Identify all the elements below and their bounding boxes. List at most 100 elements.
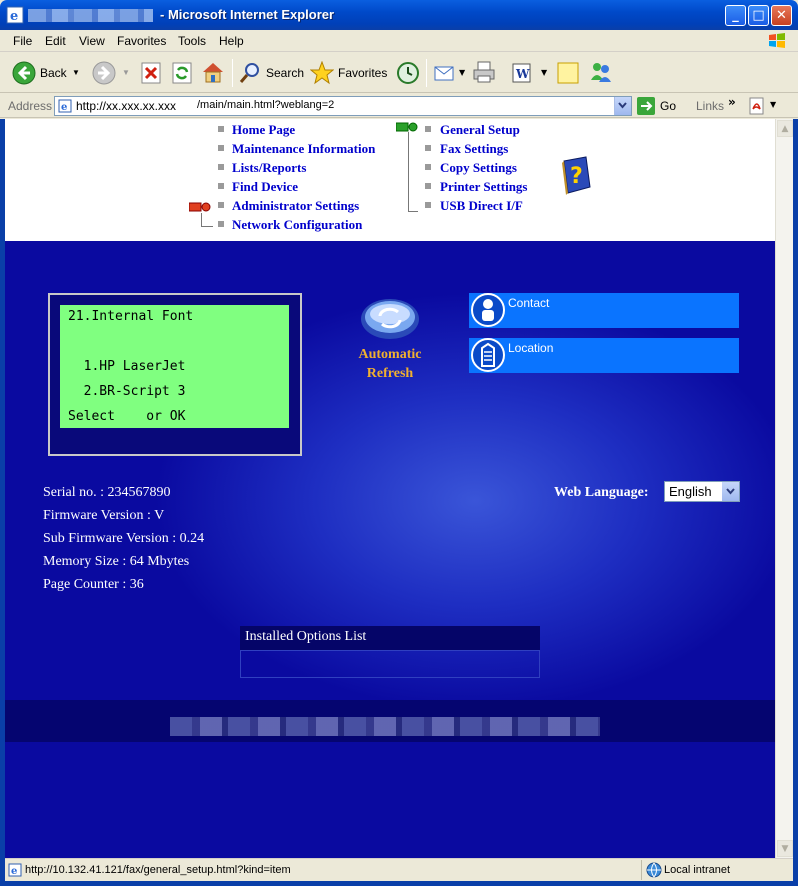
home-icon[interactable] [201,60,225,84]
nav-find-device[interactable]: Find Device [232,179,298,195]
nav-maintenance-information[interactable]: Maintenance Information [232,141,375,157]
firmware-version: Firmware Version : V [43,508,165,523]
contact-person-icon [471,293,505,327]
nav-bullet [425,126,431,132]
lcd-panel: 21.Internal Font 1.HP LaserJet 2.BR-Scri… [48,293,302,456]
address-bar: Address e http://xx.xxx.xx.xxx /main/mai… [0,94,798,118]
help-book-icon[interactable]: ? [560,155,594,195]
toolbar-separator [232,59,233,87]
page-content: Home Page Maintenance Information Lists/… [5,119,775,858]
redacted-footer-text [170,717,600,736]
automatic-refresh-icon[interactable] [360,298,420,340]
page-bottom [5,742,775,858]
intranet-globe-icon [646,862,662,878]
serial-number: Serial no. : 234567890 [43,485,171,500]
favorites-star-icon [310,61,334,85]
nav-bullet [425,145,431,151]
go-button[interactable]: Go [660,99,676,113]
go-arrow-icon[interactable] [637,97,655,115]
print-icon[interactable] [472,60,496,84]
nav-bullet [425,183,431,189]
installed-options-list [240,650,540,678]
edit-word-icon[interactable]: W [510,61,534,85]
chevron-down-icon [726,488,735,495]
tree-connector [201,213,213,227]
favorites-button[interactable]: Favorites [310,59,388,87]
address-input[interactable]: e http://xx.xxx.xx.xxx /main/main.html?w… [54,96,632,116]
menu-bar: File Edit View Favorites Tools Help [0,30,798,52]
forward-button[interactable]: ▼ [90,59,130,87]
nav-copy-settings[interactable]: Copy Settings [440,160,517,176]
forward-dropdown-icon[interactable]: ▼ [122,68,130,77]
discuss-icon[interactable] [556,61,580,85]
key-lock-icon [396,122,418,132]
forward-arrow-icon [92,61,116,85]
back-dropdown-icon[interactable]: ▼ [72,68,80,77]
mail-dropdown-icon[interactable]: ▼ [459,68,465,77]
lcd-screen: 21.Internal Font 1.HP LaserJet 2.BR-Scri… [60,305,289,428]
nav-fax-settings[interactable]: Fax Settings [440,141,508,157]
close-button[interactable]: ✕ [771,5,792,26]
lcd-line-3: 2.BR-Script 3 [68,384,186,399]
svg-text:e: e [61,102,67,113]
nav-bullet [425,202,431,208]
nav-general-setup[interactable]: General Setup [440,122,520,138]
menu-view[interactable]: View [79,34,105,48]
toolbar-separator [426,59,427,87]
nav-bullet [218,183,224,189]
nav-administrator-settings[interactable]: Administrator Settings [232,198,359,214]
key-lock-icon [189,202,211,212]
window-frame-bottom [0,881,798,886]
nav-bullet [425,164,431,170]
chevron-down-icon [618,102,627,109]
minimize-button[interactable]: _ [725,5,746,26]
menu-favorites[interactable]: Favorites [117,34,166,48]
memory-size: Memory Size : 64 Mbytes [43,554,190,569]
language-dropdown-button[interactable] [722,482,739,501]
automatic-refresh-link[interactable]: Automatic Refresh [350,345,430,383]
maximize-button[interactable]: □ [748,5,769,26]
back-button[interactable]: Back ▼ [10,59,82,87]
search-button[interactable]: Search [238,59,304,87]
page-icon: e [58,99,72,113]
menu-help[interactable]: Help [219,34,244,48]
mail-icon[interactable] [433,61,457,85]
nav-printer-settings[interactable]: Printer Settings [440,179,528,195]
links-chevron-icon[interactable]: » [728,95,736,109]
window-frame-right [793,119,798,886]
address-url-path: /main/main.html?weblang=2 [197,99,335,111]
pdf-icon[interactable] [748,97,766,115]
address-dropdown-button[interactable] [614,97,631,115]
lcd-line-1: 21.Internal Font [68,309,194,324]
svg-text:e: e [10,9,18,24]
edit-dropdown-icon[interactable]: ▼ [541,68,547,77]
nav-bullet [218,126,224,132]
nav-usb-direct-if[interactable]: USB Direct I/F [440,198,523,214]
tree-connector [408,132,418,212]
location-link[interactable]: Location [469,338,739,373]
top-navigation: Home Page Maintenance Information Lists/… [5,119,775,241]
web-language-select[interactable]: English [664,481,740,502]
svg-text:?: ? [570,164,583,189]
menu-edit[interactable]: Edit [45,34,66,48]
window-title: - Microsoft Internet Explorer [160,7,335,22]
title-bar: e - Microsoft Internet Explorer _ □ ✕ [0,0,798,30]
contact-link[interactable]: Contact [469,293,739,328]
menu-tools[interactable]: Tools [178,34,206,48]
history-icon[interactable] [396,61,420,85]
messenger-icon[interactable] [589,60,613,84]
menu-file[interactable]: File [13,34,32,48]
scroll-down-icon[interactable]: ▼ [777,840,793,857]
nav-network-configuration[interactable]: Network Configuration [232,217,362,233]
links-label[interactable]: Links [696,99,724,113]
refresh-icon[interactable] [170,61,194,85]
nav-home-page[interactable]: Home Page [232,122,295,138]
vertical-scrollbar[interactable]: ▲ ▼ [775,119,793,858]
scroll-up-icon[interactable]: ▲ [777,120,793,137]
pdf-dropdown-icon[interactable]: ▼ [770,100,776,109]
nav-bullet [218,164,224,170]
stop-icon[interactable] [139,61,163,85]
nav-lists-reports[interactable]: Lists/Reports [232,160,306,176]
status-bar: e http://10.132.41.121/fax/general_setup… [5,858,793,881]
lcd-line-4: Select or OK [68,409,186,424]
